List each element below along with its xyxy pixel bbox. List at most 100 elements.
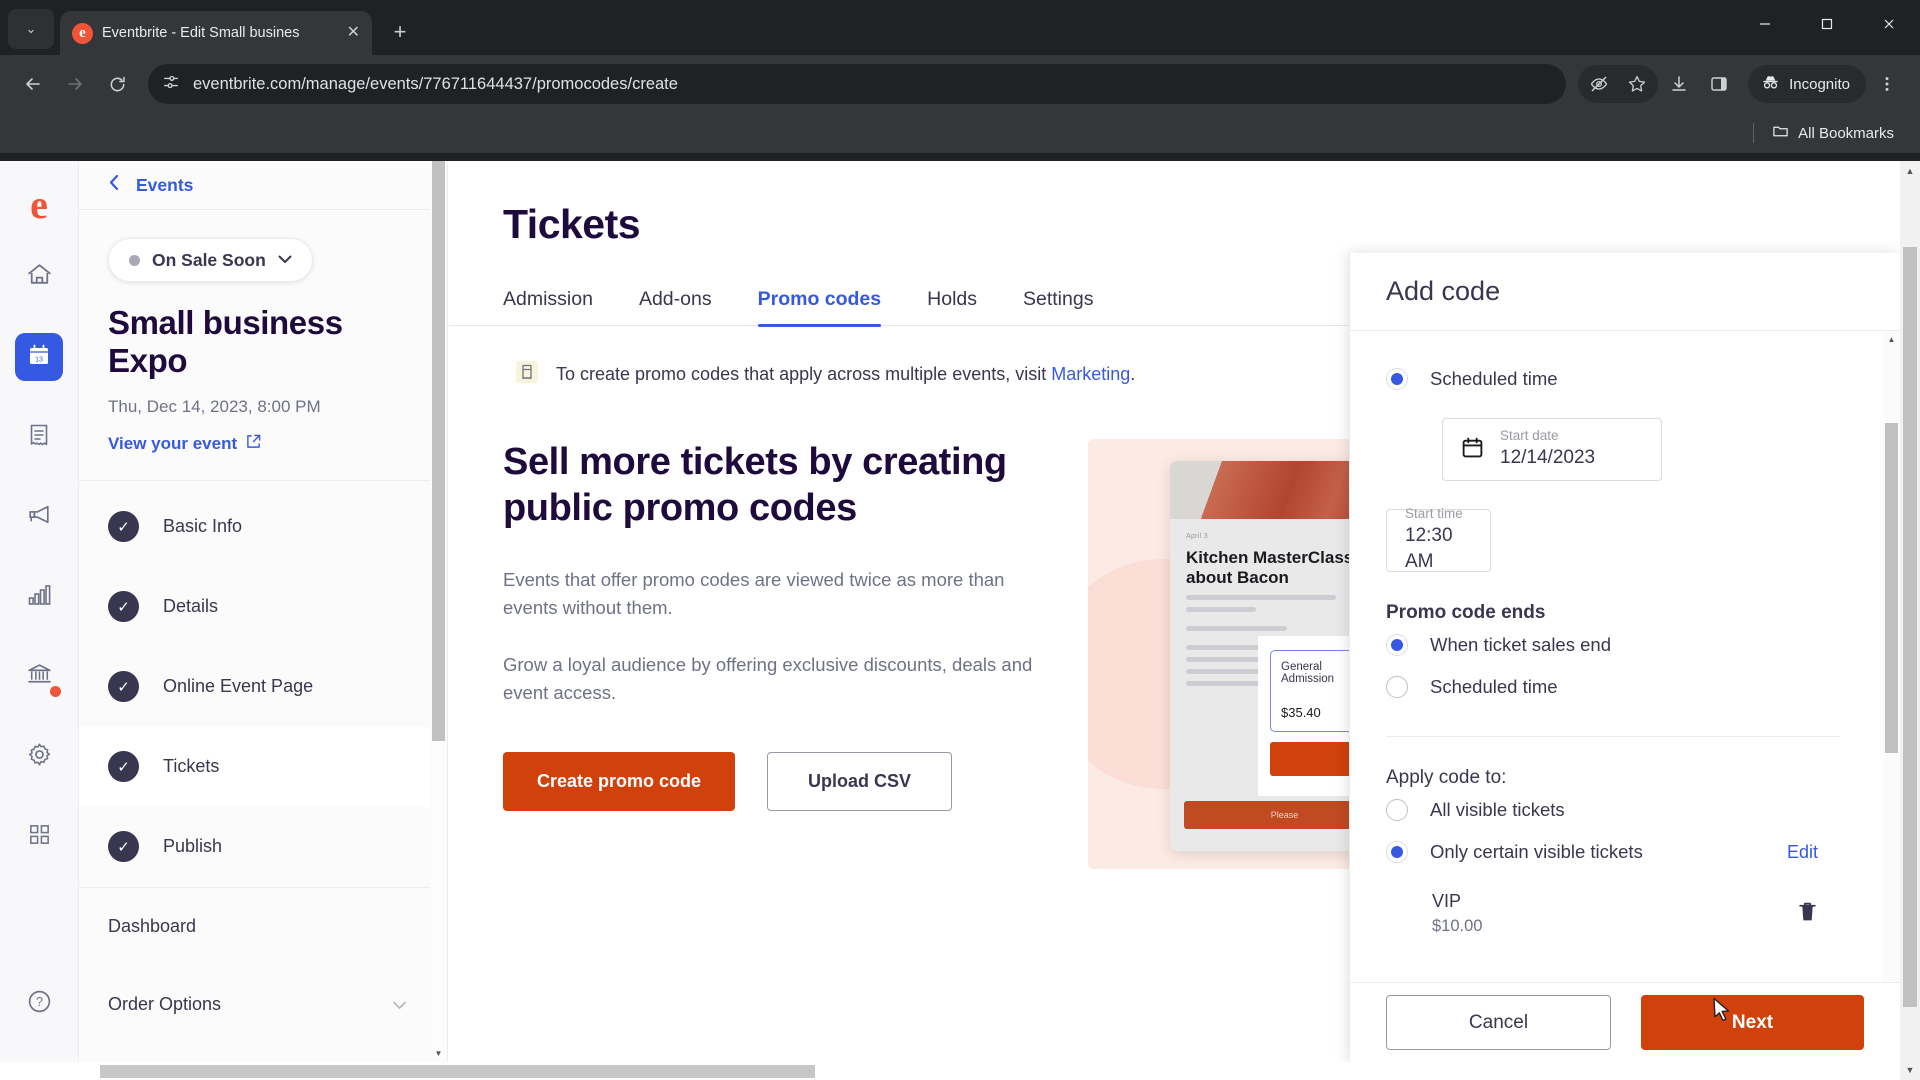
- scroll-up-arrow-icon[interactable]: ▲: [1883, 331, 1900, 347]
- upload-csv-button[interactable]: Upload CSV: [767, 752, 953, 812]
- side-panel-icon[interactable]: [1700, 65, 1738, 103]
- modal-title: Add code: [1350, 253, 1900, 331]
- close-icon[interactable]: ✕: [347, 25, 360, 41]
- apply-only-certain-tickets-radio[interactable]: Only certain visible tickets: [1386, 831, 1643, 873]
- radio-icon: [1386, 634, 1408, 656]
- event-sidebar: Events On Sale Soon Small business Expo …: [79, 161, 448, 1062]
- start-date-text: Start date 12/14/2023: [1500, 428, 1595, 471]
- event-status-dropdown[interactable]: On Sale Soon: [108, 238, 313, 282]
- bookmarks-bar: All Bookmarks: [0, 113, 1920, 153]
- trash-icon[interactable]: [1797, 900, 1818, 928]
- rail-item-finance[interactable]: [15, 653, 63, 701]
- page-scrollbar-thumb[interactable]: [1903, 247, 1917, 1007]
- sidebar-item-publish[interactable]: ✓ Publish: [79, 807, 447, 887]
- ticket-name: VIP: [1432, 891, 1462, 911]
- ends-when-sales-end-radio[interactable]: When ticket sales end: [1386, 624, 1840, 666]
- chevron-left-icon: [108, 174, 120, 196]
- all-bookmarks-button[interactable]: All Bookmarks: [1764, 119, 1902, 148]
- apply-code-to-title: Apply code to:: [1386, 767, 1507, 788]
- sidebar-item-dashboard[interactable]: Dashboard: [79, 888, 447, 966]
- sidebar-scrollbar-thumb[interactable]: [432, 161, 445, 741]
- forward-button[interactable]: [56, 65, 94, 103]
- calendar-icon: [1461, 436, 1484, 464]
- sidebar-item-order-options[interactable]: Order Options: [79, 966, 447, 1044]
- notification-badge: [50, 686, 61, 697]
- back-button[interactable]: [14, 65, 52, 103]
- incognito-hat-icon: [1760, 72, 1781, 97]
- eventbrite-logo-icon[interactable]: e: [19, 181, 59, 227]
- browser-tab[interactable]: e Eventbrite - Edit Small busines ✕: [60, 11, 372, 55]
- new-tab-button[interactable]: +: [382, 14, 418, 50]
- page-viewport: e 13 ? Events On Sale Soon Small busines…: [0, 161, 1920, 1080]
- eye-off-icon[interactable]: [1580, 65, 1618, 103]
- external-link-icon: [246, 434, 261, 454]
- radio-label: Only certain visible tickets: [1430, 841, 1643, 862]
- browser-toolbar: eventbrite.com/manage/events/77671164443…: [0, 55, 1920, 113]
- modal-scrollbar-thumb[interactable]: [1885, 423, 1898, 753]
- minimize-button[interactable]: [1734, 0, 1796, 48]
- rail-item-orders[interactable]: [15, 413, 63, 461]
- rail-item-help[interactable]: ?: [15, 980, 63, 1028]
- ends-scheduled-time-radio[interactable]: Scheduled time: [1386, 666, 1840, 708]
- gear-icon: [26, 741, 53, 773]
- tab-settings[interactable]: Settings: [1000, 288, 1116, 325]
- tab-search-button[interactable]: ⌄: [8, 9, 54, 49]
- bank-icon: [26, 661, 53, 693]
- site-settings-icon[interactable]: [162, 73, 180, 96]
- tab-add-ons[interactable]: Add-ons: [616, 288, 735, 325]
- reload-button[interactable]: [98, 65, 136, 103]
- next-button[interactable]: Next: [1641, 995, 1864, 1050]
- notice-text: To create promo codes that apply across …: [556, 364, 1135, 385]
- kebab-menu-icon[interactable]: [1868, 65, 1906, 103]
- window-close-button[interactable]: [1858, 0, 1920, 48]
- modal-scrollbar[interactable]: ▲: [1883, 331, 1900, 982]
- incognito-label: Incognito: [1789, 75, 1850, 93]
- scroll-down-arrow-icon[interactable]: ▼: [1900, 1060, 1920, 1080]
- event-steps-list: ✓ Basic Info ✓ Details ✓ Online Event Pa…: [79, 481, 447, 887]
- sidebar-item-online-event-page[interactable]: ✓ Online Event Page: [79, 647, 447, 727]
- sidebar-item-details[interactable]: ✓ Details: [79, 567, 447, 647]
- edit-tickets-link[interactable]: Edit: [1787, 842, 1818, 863]
- sidebar-item-basic-info[interactable]: ✓ Basic Info: [79, 487, 447, 567]
- radio-label: When ticket sales end: [1430, 634, 1611, 655]
- horizontal-scrollbar[interactable]: [0, 1062, 1900, 1080]
- start-scheduled-time-radio[interactable]: Scheduled time: [1386, 358, 1840, 400]
- tab-holds[interactable]: Holds: [904, 288, 1000, 325]
- chevron-down-icon: ⌄: [25, 21, 37, 36]
- modal-body: Scheduled time Start date 12/14/2023 Sta…: [1350, 331, 1900, 982]
- star-icon[interactable]: [1618, 65, 1656, 103]
- address-bar[interactable]: eventbrite.com/manage/events/77671164443…: [148, 64, 1567, 104]
- cancel-button[interactable]: Cancel: [1386, 995, 1611, 1050]
- scroll-down-arrow-icon[interactable]: ▼: [430, 1045, 447, 1062]
- page-scrollbar[interactable]: ▲ ▼: [1900, 161, 1920, 1080]
- rail-item-apps[interactable]: [15, 813, 63, 861]
- maximize-button[interactable]: [1796, 0, 1858, 48]
- scroll-up-arrow-icon[interactable]: ▲: [1900, 161, 1920, 181]
- rail-item-marketing[interactable]: [15, 493, 63, 541]
- svg-text:?: ?: [36, 995, 43, 1009]
- sidebar-item-tickets[interactable]: ✓ Tickets: [79, 726, 447, 807]
- sidebar-scrollbar[interactable]: ▼: [430, 161, 447, 1062]
- phone-eyebrow: April 3: [1186, 533, 1208, 540]
- horizontal-scrollbar-thumb[interactable]: [100, 1065, 815, 1078]
- rail-item-settings[interactable]: [15, 733, 63, 781]
- add-code-panel: Add code Scheduled time Start date 12/14…: [1349, 253, 1900, 1062]
- marketing-link[interactable]: Marketing: [1051, 364, 1130, 384]
- rail-item-events[interactable]: 13: [15, 333, 63, 381]
- start-time-field[interactable]: Start time 12:30 AM: [1386, 506, 1491, 572]
- rail-item-home[interactable]: [15, 253, 63, 301]
- start-date-label: Start date: [1500, 428, 1559, 444]
- rail-item-reports[interactable]: [15, 573, 63, 621]
- apply-all-visible-tickets-radio[interactable]: All visible tickets: [1386, 789, 1840, 831]
- view-your-event-link[interactable]: View your event: [108, 434, 261, 454]
- step-label: Publish: [163, 836, 223, 857]
- toolbar-actions: Incognito: [1578, 65, 1906, 103]
- create-promo-code-button[interactable]: Create promo code: [503, 752, 736, 812]
- start-date-field[interactable]: Start date 12/14/2023: [1442, 418, 1662, 481]
- incognito-profile-button[interactable]: Incognito: [1748, 65, 1866, 103]
- back-to-events-link[interactable]: Events: [79, 161, 447, 209]
- tab-promo-codes[interactable]: Promo codes: [735, 288, 905, 327]
- svg-text:13: 13: [35, 356, 43, 363]
- tab-admission[interactable]: Admission: [503, 288, 616, 325]
- download-icon[interactable]: [1660, 65, 1698, 103]
